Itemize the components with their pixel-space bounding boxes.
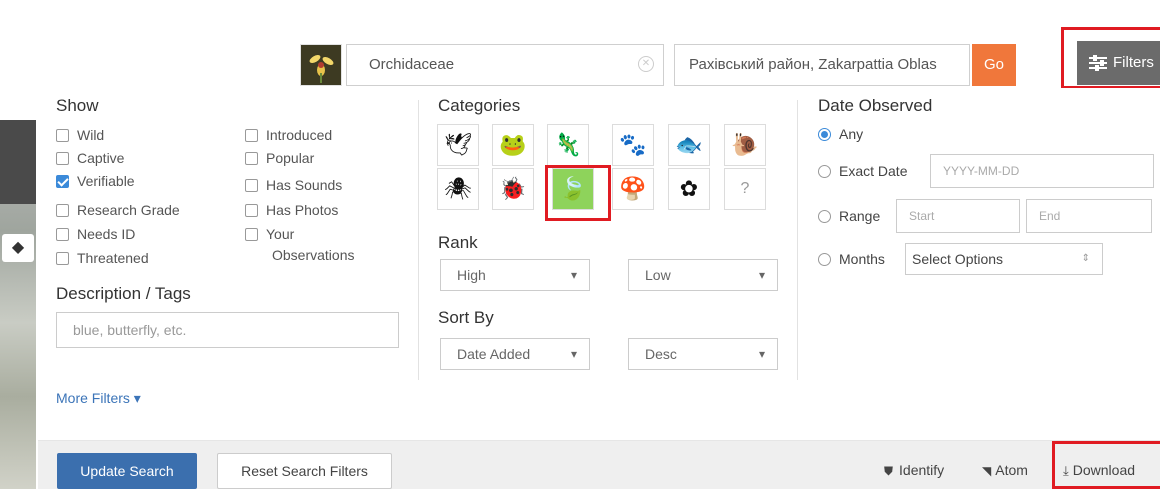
range-start-input[interactable]: Start: [896, 199, 1020, 233]
filters-label: Filters: [1113, 54, 1154, 71]
protozoa-icon[interactable]: ✿: [668, 168, 710, 210]
your-observations-label-line2: Observations: [272, 247, 355, 263]
checkbox-box[interactable]: [56, 129, 69, 142]
ray-finned-fish-icon[interactable]: 🐟: [668, 124, 710, 166]
rank-heading: Rank: [438, 233, 478, 252]
checkbox-captive[interactable]: Captive: [56, 150, 124, 166]
place-search-input[interactable]: Рахівський район, Zakarpattia Oblas: [674, 44, 970, 86]
fungi-icon[interactable]: 🍄: [612, 168, 654, 210]
filters-button[interactable]: Filters: [1077, 41, 1160, 85]
taxon-search-input[interactable]: Orchidaceae: [346, 44, 664, 86]
mollusk-icon[interactable]: 🐌: [724, 124, 766, 166]
checkbox-box[interactable]: [245, 228, 258, 241]
checkbox-box[interactable]: [245, 129, 258, 142]
rank-low-value: Low: [645, 267, 671, 283]
chevron-down-icon: ▾: [758, 347, 765, 361]
chevron-down-icon: ▾: [758, 268, 765, 282]
radio-any[interactable]: Any: [818, 126, 863, 142]
exact-date-input[interactable]: YYYY-MM-DD: [930, 154, 1154, 188]
categories-heading: Categories: [438, 96, 521, 115]
identify-link[interactable]: ⛊ Identify: [884, 462, 944, 479]
checkbox-box[interactable]: [56, 252, 69, 265]
checkbox-box[interactable]: [56, 152, 69, 165]
sort-by-heading: Sort By: [438, 308, 494, 327]
chevron-down-icon: ▾: [570, 347, 577, 361]
insect-icon[interactable]: 🐞: [492, 168, 534, 210]
rank-high-value: High: [457, 267, 486, 283]
checkbox-threatened[interactable]: Threatened: [56, 250, 149, 266]
checkbox-wild[interactable]: Wild: [56, 127, 104, 143]
mammal-icon[interactable]: 🐾: [612, 124, 654, 166]
sort-order-value: Desc: [645, 346, 677, 362]
checkbox-introduced[interactable]: Introduced: [245, 127, 332, 143]
show-heading: Show: [56, 96, 99, 115]
checkbox-research-grade[interactable]: Research Grade: [56, 202, 180, 218]
checkbox-needs-id[interactable]: Needs ID: [56, 226, 135, 242]
sliders-icon: [1089, 55, 1107, 71]
filter-panel: [38, 88, 1160, 489]
checkbox-box[interactable]: [245, 152, 258, 165]
checkbox-has-sounds[interactable]: Has Sounds: [245, 177, 342, 193]
radio-dot[interactable]: [818, 165, 831, 178]
checkbox-popular[interactable]: Popular: [245, 150, 314, 166]
description-heading: Description / Tags: [56, 284, 191, 303]
radio-dot[interactable]: [818, 210, 831, 223]
clear-taxon-icon[interactable]: ✕: [638, 56, 654, 72]
checkbox-box-checked[interactable]: [56, 175, 69, 188]
shield-icon: ⛊: [884, 464, 894, 478]
download-highlight-box: [1052, 441, 1160, 489]
description-tags-input[interactable]: blue, butterfly, etc.: [56, 312, 399, 348]
sort-order-select[interactable]: Desc ▾: [628, 338, 778, 370]
months-select-value: Select Options: [912, 251, 1004, 267]
plant-category-highlight-box: [545, 165, 611, 221]
rank-low-select[interactable]: Low ▾: [628, 259, 778, 291]
radio-dot[interactable]: [818, 253, 831, 266]
sort-field-select[interactable]: Date Added ▾: [440, 338, 590, 370]
go-button[interactable]: Go: [972, 44, 1016, 86]
reset-search-filters-button[interactable]: Reset Search Filters: [217, 453, 392, 489]
amphibian-icon[interactable]: 🐸: [492, 124, 534, 166]
checkbox-box[interactable]: [56, 228, 69, 241]
layers-icon[interactable]: ◆: [2, 234, 34, 262]
checkbox-verifiable[interactable]: Verifiable: [56, 173, 135, 189]
rank-high-select[interactable]: High ▾: [440, 259, 590, 291]
checkbox-box[interactable]: [56, 204, 69, 217]
column-divider: [418, 100, 419, 380]
unknown-icon[interactable]: ?: [724, 168, 766, 210]
radio-exact-date[interactable]: Exact Date: [818, 163, 907, 179]
checkbox-your-observations[interactable]: Your: [245, 226, 294, 242]
radio-dot-selected[interactable]: [818, 128, 831, 141]
more-filters-link[interactable]: More Filters ▾: [56, 390, 141, 407]
chevron-down-icon: ▾: [570, 268, 577, 282]
atom-feed-link[interactable]: ◥ Atom: [982, 462, 1028, 478]
sort-field-value: Date Added: [457, 346, 531, 362]
updown-icon: ⇕: [1081, 253, 1090, 264]
range-end-input[interactable]: End: [1026, 199, 1152, 233]
update-search-button[interactable]: Update Search: [57, 453, 197, 489]
column-divider: [797, 100, 798, 380]
date-observed-heading: Date Observed: [818, 96, 933, 115]
reptile-icon[interactable]: 🦎: [547, 124, 589, 166]
arachnid-icon[interactable]: 🕷: [437, 168, 479, 210]
checkbox-box[interactable]: [245, 179, 258, 192]
taxon-photo-thumbnail: [300, 44, 342, 86]
rss-icon: ◥: [982, 464, 992, 478]
months-select[interactable]: Select Options ⇕: [905, 243, 1103, 275]
map-dark-area: [0, 120, 36, 204]
checkbox-has-photos[interactable]: Has Photos: [245, 202, 338, 218]
checkbox-box[interactable]: [245, 204, 258, 217]
radio-range[interactable]: Range: [818, 208, 880, 224]
radio-months[interactable]: Months: [818, 251, 885, 267]
bird-icon[interactable]: 🕊: [437, 124, 479, 166]
